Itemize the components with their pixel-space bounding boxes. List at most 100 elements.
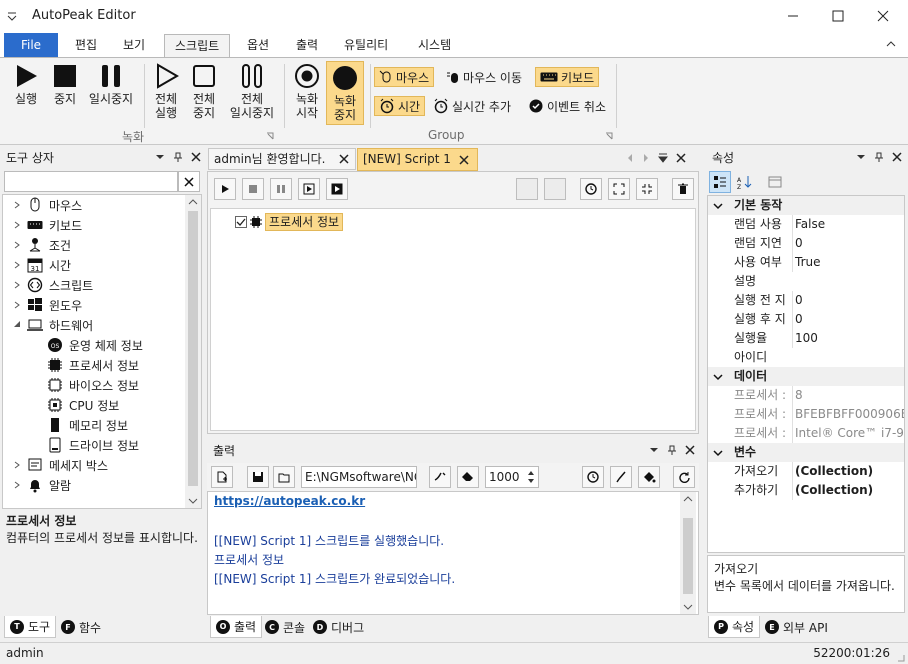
stop-button[interactable]: 중지 (50, 62, 80, 106)
dialog-launcher-icon[interactable] (266, 132, 274, 140)
timer-button[interactable] (580, 178, 602, 200)
minimize-button[interactable] (770, 0, 816, 32)
run-button[interactable]: 실행 (10, 62, 42, 106)
record-stop-button[interactable]: 녹화 중지 (326, 61, 364, 125)
tree-item-cpu-info[interactable]: CPU 정보 (47, 395, 119, 415)
resize-grip-icon[interactable] (895, 652, 905, 662)
pin-icon[interactable] (874, 152, 884, 162)
system-menu-icon[interactable] (6, 10, 18, 22)
close-icon[interactable] (339, 154, 349, 164)
tab-external-api[interactable]: E 외부 API (760, 616, 833, 638)
new-log-button[interactable] (211, 466, 233, 488)
collapse-button[interactable] (636, 178, 658, 200)
prop-value[interactable]: 8 (792, 386, 904, 405)
prop-value[interactable]: True (792, 253, 904, 272)
editor-run-button[interactable] (214, 178, 236, 200)
output-scrollbar[interactable] (680, 492, 696, 614)
log-count-stepper[interactable]: 1000 (485, 466, 539, 488)
tree-item-time[interactable]: 31 시간 (13, 255, 71, 275)
scrollbar-thumb[interactable] (683, 518, 693, 594)
tab-utility[interactable]: 유틸리티 (334, 34, 398, 57)
tab-tools[interactable]: T 도구 (4, 616, 57, 638)
scroll-left-icon[interactable] (626, 153, 634, 163)
event-cancel-chip[interactable]: 이벤트 취소 (524, 96, 610, 116)
editor-stop-button[interactable] (242, 178, 264, 200)
tab-properties[interactable]: P 속성 (708, 616, 761, 638)
all-pause-button[interactable]: 전체 일시중지 (226, 62, 278, 120)
close-icon[interactable] (685, 445, 695, 455)
open-folder-button[interactable] (273, 466, 295, 488)
refresh-button[interactable] (673, 466, 695, 488)
dropdown-icon[interactable] (155, 152, 165, 162)
dropdown-icon[interactable] (649, 445, 659, 455)
prop-category-data[interactable]: 데이터 (708, 367, 904, 386)
dialog-launcher-icon[interactable] (605, 132, 613, 140)
pause-button[interactable]: 일시중지 (85, 62, 137, 106)
tab-edit[interactable]: 편집 (65, 34, 107, 57)
tree-item-condition[interactable]: 조건 (13, 235, 71, 255)
tab-view[interactable]: 보기 (113, 34, 155, 57)
file-tab[interactable]: File (4, 33, 58, 57)
prop-row[interactable]: 실행 후 지 0 (708, 310, 904, 329)
prop-row[interactable]: 실행율 100 (708, 329, 904, 348)
log-path-input[interactable]: E:\NGMsoftware\NG (301, 466, 417, 488)
step-button[interactable] (298, 178, 320, 200)
tab-script-1[interactable]: [NEW] Script 1 (357, 148, 478, 171)
alphabetical-button[interactable]: AZ (734, 171, 756, 193)
tab-console[interactable]: C 콘솔 (260, 616, 310, 638)
realtime-add-chip[interactable]: 실시간 추가 (429, 96, 515, 116)
close-icon[interactable] (191, 152, 201, 162)
prop-category-basic[interactable]: 기본 동작 (708, 196, 904, 215)
checkbox-checked-icon[interactable] (235, 216, 247, 228)
script-node[interactable]: 프로세서 정보 (235, 213, 344, 231)
mouse-move-chip[interactable]: 마우스 이동 (442, 67, 526, 87)
categorized-button[interactable] (709, 171, 731, 193)
tree-item-processor-info[interactable]: 프로세서 정보 (47, 355, 139, 375)
prop-row[interactable]: 설명 (708, 272, 904, 291)
tab-output-panel[interactable]: O 출력 (210, 616, 263, 638)
delete-button[interactable] (672, 178, 694, 200)
prop-row[interactable]: 프로세서 : 8 (708, 386, 904, 405)
collapse-ribbon-icon[interactable] (886, 39, 896, 49)
clear-search-button[interactable] (178, 171, 200, 192)
close-icon[interactable] (459, 155, 469, 165)
close-icon[interactable] (892, 152, 902, 162)
prop-value[interactable]: 0 (792, 291, 904, 310)
prop-row[interactable]: 아이디 (708, 348, 904, 367)
fill-button[interactable] (638, 466, 660, 488)
prop-row[interactable]: 프로세서 : BFEBFBFF000906ED (708, 405, 904, 424)
prop-category-variables[interactable]: 변수 (708, 443, 904, 462)
property-pages-button[interactable] (764, 171, 786, 193)
close-icon[interactable] (676, 153, 686, 163)
prop-value[interactable]: 0 (792, 234, 904, 253)
record-start-button[interactable]: 녹화 시작 (290, 62, 324, 120)
erase-button[interactable] (457, 466, 479, 488)
toolbox-search-input[interactable] (4, 171, 178, 192)
prop-value[interactable]: Intel® Core™ i7-970 (792, 424, 904, 443)
tree-item-bios-info[interactable]: 바이오스 정보 (47, 375, 139, 395)
scrollbar-thumb[interactable] (188, 211, 198, 486)
prop-row[interactable]: 랜덤 지연 0 (708, 234, 904, 253)
prop-row[interactable]: 실행 전 지 0 (708, 291, 904, 310)
tab-debug[interactable]: D 디버그 (308, 616, 369, 638)
tree-item-os-info[interactable]: OS 운영 체제 정보 (47, 335, 143, 355)
prop-value[interactable]: (Collection) (792, 481, 904, 500)
tab-output[interactable]: 출력 (286, 34, 328, 57)
script-canvas[interactable]: 프로세서 정보 (210, 208, 696, 431)
output-link[interactable]: https://autopeak.co.kr (214, 494, 365, 508)
all-stop-button[interactable]: 전체 중지 (188, 62, 220, 120)
tree-item-drive-info[interactable]: 드라이브 정보 (47, 435, 139, 455)
run-from-button[interactable] (326, 178, 348, 200)
prop-row[interactable]: 랜덤 사용 False (708, 215, 904, 234)
scroll-right-icon[interactable] (642, 153, 650, 163)
tab-functions[interactable]: F 함수 (56, 616, 106, 638)
time-stamp-button[interactable] (582, 466, 604, 488)
tree-item-messagebox[interactable]: 메세지 박스 (13, 455, 108, 475)
close-button[interactable] (860, 0, 906, 32)
prop-row[interactable]: 가져오기 (Collection) (708, 462, 904, 481)
dropdown-icon[interactable] (856, 152, 866, 162)
brush-button[interactable] (610, 466, 632, 488)
tree-item-hardware[interactable]: 하드웨어 (13, 315, 93, 335)
tab-options[interactable]: 옵션 (237, 34, 279, 57)
expand-button[interactable] (608, 178, 630, 200)
